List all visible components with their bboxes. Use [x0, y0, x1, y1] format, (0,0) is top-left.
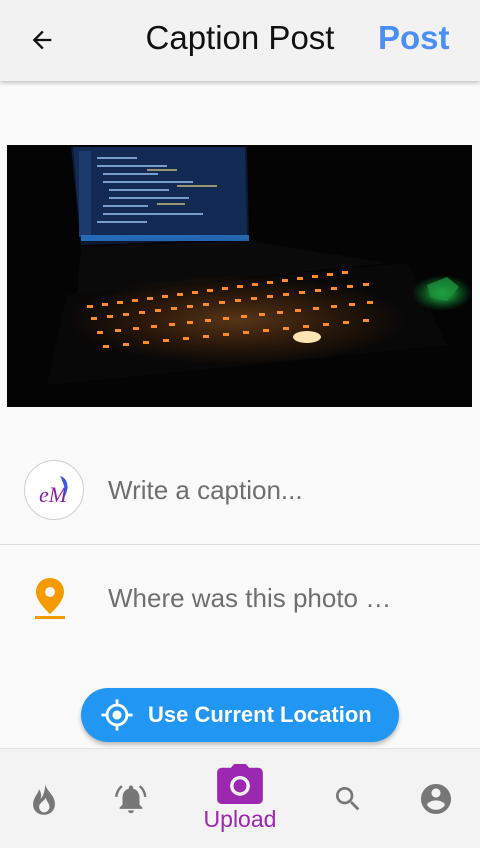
location-pin-icon — [35, 578, 65, 619]
nav-item-upload[interactable]: Upload — [190, 749, 290, 848]
nav-item-feed[interactable] — [14, 749, 74, 848]
avatar-logo-icon: eM — [39, 476, 69, 507]
caption-row: eM — [0, 445, 480, 545]
nav-item-notifications[interactable] — [100, 749, 162, 848]
camera-icon — [217, 764, 263, 804]
avatar: eM — [24, 460, 84, 520]
bottom-navigation: Upload — [0, 748, 480, 848]
post-button[interactable]: Post — [378, 19, 450, 57]
location-row — [0, 545, 480, 655]
photo-preview — [7, 145, 472, 407]
nav-item-search[interactable] — [320, 749, 376, 848]
crosshair-icon — [101, 699, 133, 731]
app-bar: Caption Post Post — [0, 0, 480, 81]
laptop-photo — [7, 145, 472, 407]
account-icon — [421, 783, 451, 814]
location-input[interactable] — [108, 578, 408, 618]
flame-icon — [33, 782, 55, 815]
use-current-location-button[interactable]: Use Current Location — [81, 688, 399, 742]
use-current-location-label: Use Current Location — [148, 702, 372, 727]
search-icon — [336, 786, 360, 810]
nav-label-upload: Upload — [203, 806, 277, 832]
caption-input[interactable] — [108, 470, 438, 510]
nav-item-profile[interactable] — [406, 749, 466, 848]
bell-icon — [115, 784, 147, 813]
